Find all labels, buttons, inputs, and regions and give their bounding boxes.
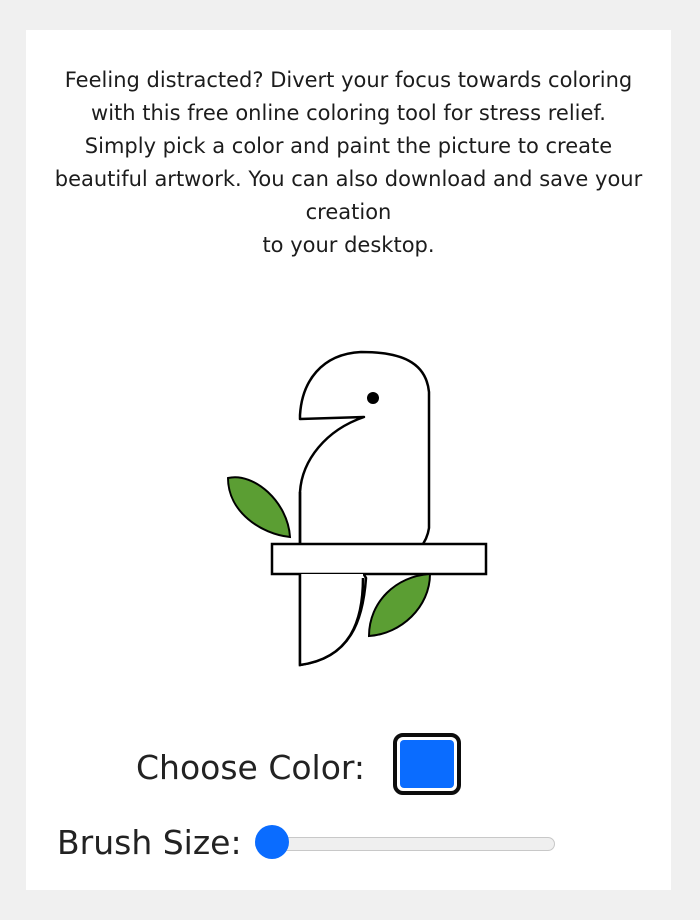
slider-thumb[interactable] [255,825,289,859]
coloring-card: Feeling distracted? Divert your focus to… [26,30,671,890]
slider-track[interactable] [255,837,555,851]
intro-line: Simply pick a color and paint the pictur… [84,134,613,158]
parrot-on-perch-icon [226,350,488,667]
intro-line: to your desktop. [262,233,435,257]
selected-color-swatch [400,740,454,788]
brush-size-label: Brush Size: [57,823,242,862]
perch-region[interactable] [270,542,488,576]
intro-line: beautiful artwork. You can also download… [54,167,643,191]
intro-text: Feeling distracted? Divert your focus to… [36,64,661,262]
color-picker-row: Choose Color: [26,730,671,806]
intro-line: creation [305,200,392,224]
intro-line: with this free online coloring tool for … [91,101,606,125]
left-leaf-region[interactable] [226,476,292,539]
color-picker-button[interactable] [393,733,461,795]
choose-color-label: Choose Color: [136,748,366,787]
right-leaf-region[interactable] [367,572,432,638]
brush-size-row: Brush Size: [26,815,671,871]
parrot-eye [367,392,379,404]
parrot-tail-region[interactable] [300,574,363,665]
brush-size-slider[interactable] [255,823,555,859]
intro-line: Feeling distracted? Divert your focus to… [64,68,633,92]
coloring-canvas[interactable] [26,302,671,717]
